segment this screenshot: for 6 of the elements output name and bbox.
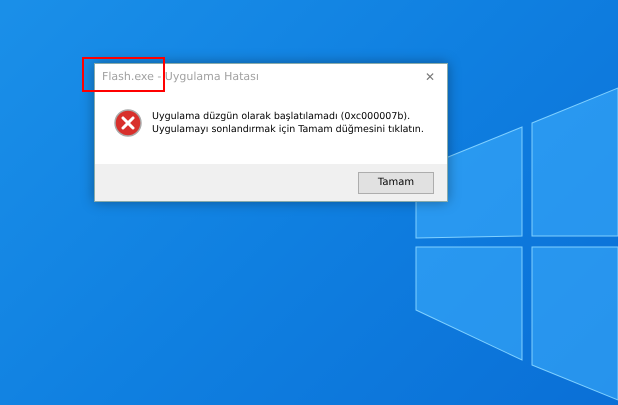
error-icon	[114, 108, 142, 136]
error-message: Uygulamayı sonlandırmak için Tamam düğmesini tıklatın.	[152, 122, 424, 136]
ok-button[interactable]: Tamam	[358, 172, 434, 194]
close-button[interactable]: ✕	[420, 70, 439, 84]
window-title: Flash.exe - Uygulama Hatası	[102, 70, 259, 83]
error-message: Uygulama düzgün olarak başlatılamadı (0xc000007b).	[152, 110, 412, 122]
